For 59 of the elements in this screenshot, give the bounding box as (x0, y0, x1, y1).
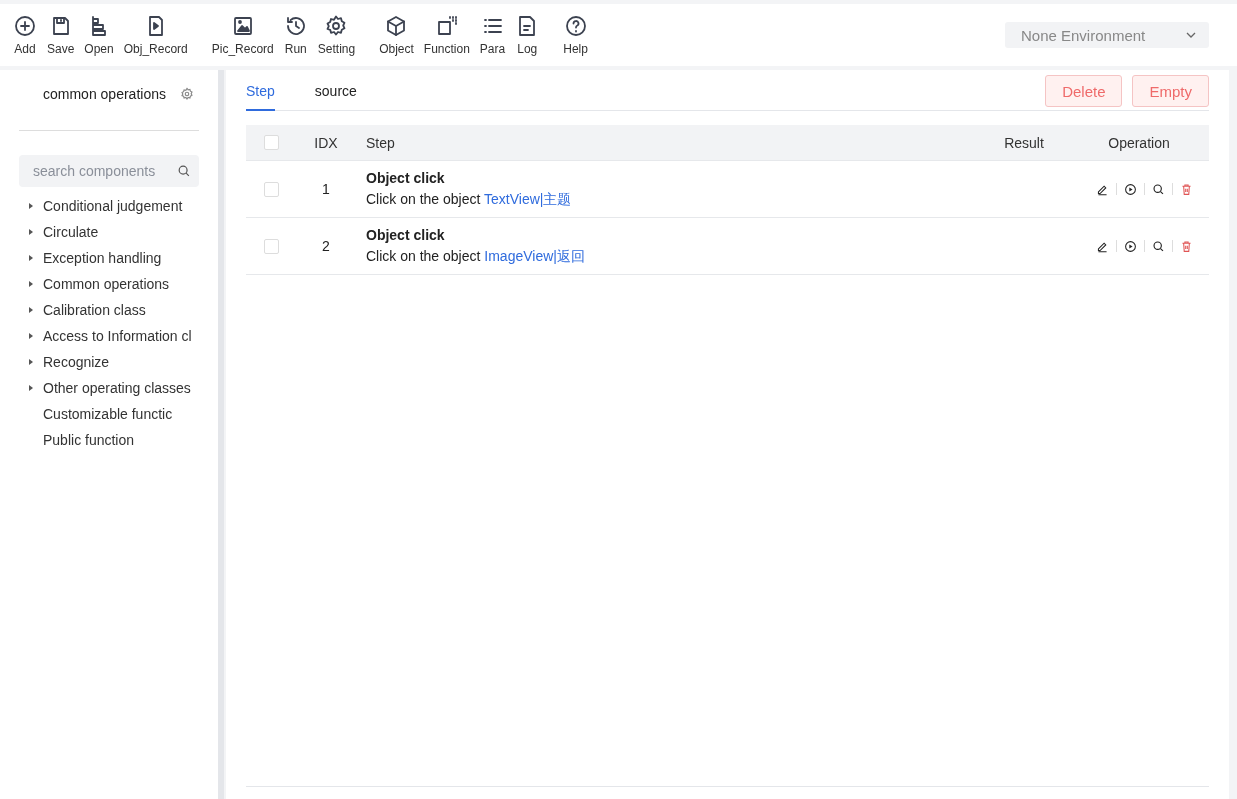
toolbar-button[interactable]: Object (374, 14, 419, 56)
toolbar-button[interactable]: Save (42, 14, 80, 56)
tab[interactable]: Step (246, 70, 275, 111)
column-header: Operation (1107, 134, 1171, 151)
toolbar-button[interactable]: Setting (312, 14, 361, 56)
search-icon[interactable] (1152, 239, 1165, 253)
component-category[interactable]: Other operating classes (43, 380, 191, 396)
toolbar-button[interactable]: Pic_Record (206, 14, 279, 56)
component-category[interactable]: Recognize (43, 354, 110, 370)
settings-icon[interactable] (180, 87, 194, 101)
expand-triangle-icon[interactable] (27, 332, 35, 340)
table-cell-text: 1 (321, 181, 331, 197)
component-category[interactable]: Conditional judgement (43, 198, 183, 214)
help-icon (563, 14, 588, 38)
component-category[interactable]: Public function (43, 432, 135, 448)
component-category[interactable]: Circulate (43, 224, 99, 240)
toolbar-button[interactable]: Function (418, 14, 475, 56)
search-icon[interactable] (1152, 182, 1165, 196)
component-category[interactable]: Customizable functic (43, 406, 173, 422)
search-icon (177, 164, 191, 178)
checkbox[interactable] (263, 135, 279, 150)
add-icon (13, 14, 37, 38)
column-header: Result (1003, 134, 1045, 151)
toolbar-button[interactable]: Help (558, 14, 593, 56)
column-header: IDX (313, 134, 339, 151)
checkbox[interactable] (263, 238, 279, 254)
toolbar-button[interactable]: Para (474, 14, 511, 56)
trash-icon[interactable] (1180, 239, 1193, 253)
step-title: Object click (366, 226, 446, 243)
component-category[interactable]: Exception handling (43, 250, 162, 266)
toolbar-button[interactable]: Open (79, 14, 119, 56)
object-link[interactable]: ImageView|返回 (484, 247, 585, 264)
step-description: Click on the object TextView|主题 (366, 190, 573, 209)
search-field[interactable]: search components (19, 155, 199, 187)
column-header: Step (366, 134, 396, 151)
sidebar-title: common operations (43, 86, 166, 102)
toolbar-button[interactable]: Log (510, 14, 545, 56)
play-icon[interactable] (1124, 182, 1137, 196)
expand-triangle-icon[interactable] (27, 202, 35, 210)
expand-triangle-icon[interactable] (27, 280, 35, 288)
table-cell-text: 2 (321, 238, 331, 254)
object-link[interactable]: TextView|主题 (484, 190, 572, 207)
toolbar-button[interactable]: Obj_Record (118, 14, 193, 56)
component-category[interactable]: Calibration class (43, 302, 146, 318)
expand-triangle-icon[interactable] (27, 384, 35, 392)
expand-triangle-icon[interactable] (27, 254, 35, 262)
step-title: Object click (366, 169, 446, 186)
toolbar-button[interactable]: Add (8, 14, 42, 56)
toolbar-button[interactable]: Run (278, 14, 313, 56)
trash-icon[interactable] (1180, 182, 1193, 196)
step-description: Click on the object ImageView|返回 (366, 247, 586, 266)
play-icon[interactable] (1124, 239, 1137, 253)
expand-triangle-icon[interactable] (27, 306, 35, 314)
component-category[interactable]: Common operations (43, 276, 170, 292)
component-category[interactable]: Access to Information cl (43, 328, 192, 344)
expand-triangle-icon[interactable] (27, 228, 35, 236)
checkbox[interactable] (263, 181, 279, 197)
tab[interactable]: source (314, 70, 377, 111)
expand-triangle-icon[interactable] (27, 358, 35, 366)
